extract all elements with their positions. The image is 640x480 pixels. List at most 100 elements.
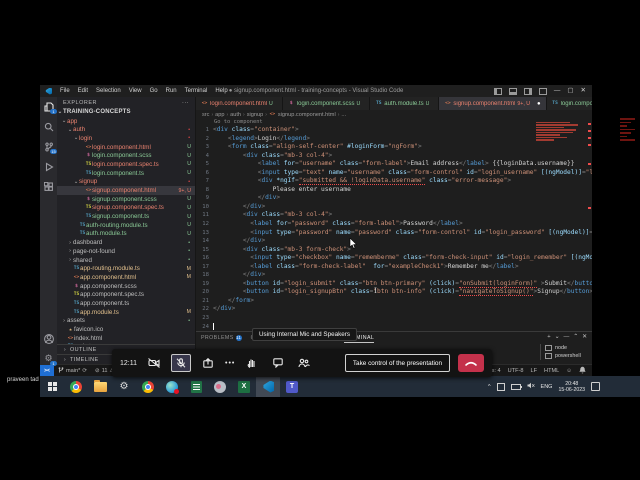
taskbar-teams-icon[interactable]: T [280,376,304,397]
status-utf-8[interactable]: UTF-8 [508,368,524,374]
menu-help[interactable]: Help [211,88,231,94]
run-debug-icon[interactable] [43,161,54,172]
tab-login.component.html[interactable]: <> login.component.html U [196,97,283,110]
toggle-panel-icon[interactable] [508,87,517,95]
crumb-app[interactable]: app [215,112,224,118]
panel-tab-problems[interactable]: PROBLEMS 11 [201,332,242,343]
crumb-auth[interactable]: auth [230,112,241,118]
maximize-panel-icon[interactable]: ⌃ [573,334,578,340]
menu-terminal[interactable]: Terminal [181,88,212,94]
explorer-item-login.component.spec.ts[interactable]: TS login.component.spec.ts U [57,160,195,169]
tab-login.component.t[interactable]: TSlogin.component.t [546,97,592,110]
taskbar-start-icon[interactable] [40,376,64,397]
close-button[interactable]: ✕ [581,87,586,94]
terminal-dropdown-icon[interactable]: ⌄ [555,334,560,340]
take-control-button[interactable]: Take control of the presentation [344,354,450,372]
explorer-item-dashboard[interactable]: › dashboard • [57,238,195,247]
explorer-item-shared[interactable]: › shared • [57,256,195,265]
crumb-signup[interactable]: signup [247,112,263,118]
explorer-more-actions-icon[interactable]: ··· [182,100,189,106]
taskbar-file-explorer-icon[interactable] [88,376,112,397]
explorer-item-login.component.html[interactable]: <> login.component.html U [57,143,195,152]
source-control-icon[interactable]: 15 [43,141,57,154]
taskbar-vscode-icon[interactable] [256,376,280,397]
close-panel-icon[interactable]: ✕ [582,334,587,340]
status-lf[interactable]: LF [531,368,538,374]
taskbar-clock[interactable]: 20:48 15-06-2023 [558,381,585,393]
remote-indicator[interactable]: >< [40,365,54,376]
tray-expand-icon[interactable]: ^ [488,384,491,390]
tab-login.component.scss[interactable]: $ login.component.scss U [282,97,371,110]
action-center-icon[interactable] [591,382,600,391]
explorer-root[interactable]: ⌄ TRAINING-CONCEPTS [57,108,195,117]
explorer-item-app-routing.module.ts[interactable]: TS app-routing.module.ts M [57,264,195,273]
explorer-icon[interactable]: 1 [43,101,57,114]
mic-off-button[interactable] [171,354,191,372]
codelens-link[interactable]: Go to component [196,119,592,126]
minimap[interactable] [536,122,582,142]
explorer-item-auth-routing.module.ts[interactable]: TS auth-routing.module.ts U [57,221,195,230]
toggle-sidebar-icon[interactable] [493,87,502,95]
terminal-entry-node[interactable]: node [541,344,591,352]
explorer-item-index.html[interactable]: <> index.html [57,334,195,343]
minimize-button[interactable]: — [554,87,561,94]
menu-file[interactable]: File [56,88,74,94]
taskbar-paint-icon[interactable] [208,376,232,397]
menu-go[interactable]: Go [146,88,162,94]
split-terminal-icon[interactable]: — [563,334,569,340]
taskbar-chrome-2-icon[interactable] [136,376,160,397]
feedback-smiley-icon[interactable]: ☺ [566,368,572,374]
explorer-item-signup.component.ts[interactable]: TS signup.component.ts U [57,212,195,221]
explorer-item-app.component.spec.ts[interactable]: TS app.component.spec.ts [57,290,195,299]
explorer-item-app[interactable]: ⌄ app [57,117,195,126]
notifications-bell-icon[interactable] [579,366,586,376]
maximize-button[interactable]: ▢ [567,87,573,94]
crumb-signup.component.html[interactable]: signup.component.html [278,112,336,118]
explorer-item-signup[interactable]: ⌄ signup • [57,178,195,187]
explorer-item-app.component.scss[interactable]: $ app.component.scss [57,282,195,291]
menu-edit[interactable]: Edit [74,88,92,94]
taskbar-edge-notifications-icon[interactable] [160,376,184,397]
account-icon[interactable] [43,333,54,344]
explorer-item-page-not-found[interactable]: › page-not-found • [57,247,195,256]
tray-app-icon[interactable] [496,382,505,391]
explorer-item-signup.component.spec.ts[interactable]: TS signup.component.spec.ts U [57,204,195,213]
settings-icon[interactable]: ⚙ 1 [43,353,57,366]
tab-auth.module.ts[interactable]: TS auth.module.ts U [370,97,440,110]
camera-off-button[interactable] [145,355,163,371]
taskbar-settings-icon[interactable]: ⚙ [112,376,136,397]
customize-layout-icon[interactable] [538,87,547,95]
taskbar-chrome-icon[interactable] [64,376,88,397]
explorer-item-favicon.ico[interactable]: ★ favicon.ico [57,325,195,334]
explorer-item-login.component.ts[interactable]: TS login.component.ts U [57,169,195,178]
hang-up-button[interactable] [458,354,484,372]
terminal-entry-powershell[interactable]: powershell [541,352,591,360]
crumb-src[interactable]: src [202,112,209,118]
search-icon[interactable] [43,121,54,132]
explorer-item-login.component.scss[interactable]: $ login.component.scss U [57,151,195,160]
explorer-item-assets[interactable]: › assets • [57,317,195,326]
new-terminal-icon[interactable]: + [547,334,550,340]
extensions-icon[interactable] [43,181,54,192]
battery-icon[interactable] [510,383,522,390]
taskbar-excel-icon[interactable]: X [232,376,256,397]
language-indicator[interactable]: ENG [541,384,553,390]
explorer-item-app.module.ts[interactable]: TS app.module.ts M [57,308,195,317]
tab-signup.component.html[interactable]: <> signup.component.html 9+, U ● [439,97,547,110]
git-branch[interactable]: main* ⟳ [54,367,91,374]
chat-button[interactable] [269,355,287,371]
explorer-item-app.component.ts[interactable]: TS app.component.ts [57,299,195,308]
menu-run[interactable]: Run [162,88,181,94]
explorer-item-auth.module.ts[interactable]: TS auth.module.ts U [57,230,195,239]
share-screen-button[interactable] [199,355,217,371]
more-options-button[interactable]: ••• [225,360,235,367]
explorer-item-auth[interactable]: ⌄ auth • [57,125,195,134]
crumb-...[interactable]: ... [341,112,346,118]
code-editor[interactable]: Go to component 1 <div class="container">… [196,119,592,331]
volume-muted-icon[interactable] [527,382,535,391]
explorer-item-signup.component.html[interactable]: <> signup.component.html 9+, U [57,186,195,195]
menu-selection[interactable]: Selection [92,88,125,94]
toggle-secondary-sidebar-icon[interactable] [523,87,532,95]
menu-view[interactable]: View [125,88,146,94]
explorer-item-login[interactable]: ⌄ login • [57,134,195,143]
